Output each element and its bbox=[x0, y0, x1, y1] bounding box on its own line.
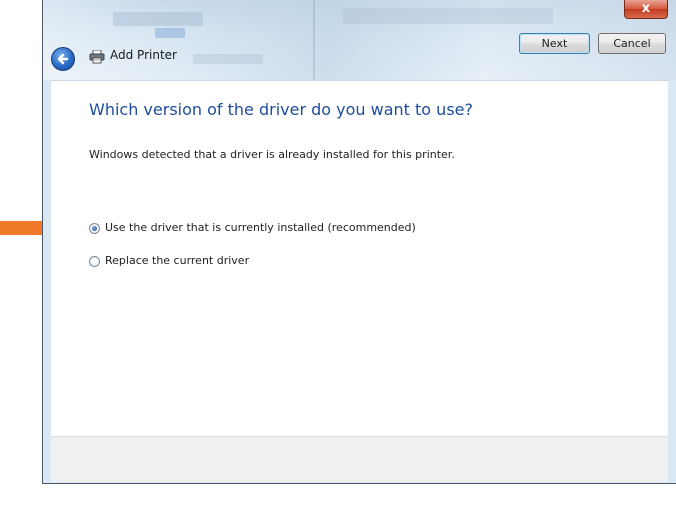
background-blur bbox=[155, 28, 185, 38]
cancel-button[interactable]: Cancel bbox=[598, 33, 666, 54]
page-heading: Which version of the driver do you want … bbox=[89, 100, 473, 119]
add-printer-window: x Add Printer Which version of the drive… bbox=[42, 0, 676, 484]
back-arrow-icon bbox=[57, 53, 69, 65]
close-icon: x bbox=[641, 1, 651, 16]
button-bar bbox=[51, 436, 668, 482]
page-description: Windows detected that a driver is alread… bbox=[89, 148, 455, 161]
wizard-title: Add Printer bbox=[110, 48, 177, 62]
wizard-content: Which version of the driver do you want … bbox=[51, 80, 668, 436]
close-button[interactable]: x bbox=[624, 0, 668, 19]
radio-option-label[interactable]: Use the driver that is currently install… bbox=[105, 221, 416, 234]
background-blur bbox=[193, 54, 263, 64]
back-button[interactable] bbox=[51, 47, 75, 71]
background-blur bbox=[343, 8, 553, 24]
background-blur bbox=[113, 12, 203, 26]
radio-button-selected[interactable] bbox=[89, 223, 100, 234]
radio-option-label[interactable]: Replace the current driver bbox=[105, 254, 249, 267]
next-button[interactable]: Next bbox=[519, 33, 590, 54]
radio-button[interactable] bbox=[89, 256, 100, 267]
printer-icon bbox=[89, 50, 105, 64]
background-blur bbox=[313, 0, 315, 80]
